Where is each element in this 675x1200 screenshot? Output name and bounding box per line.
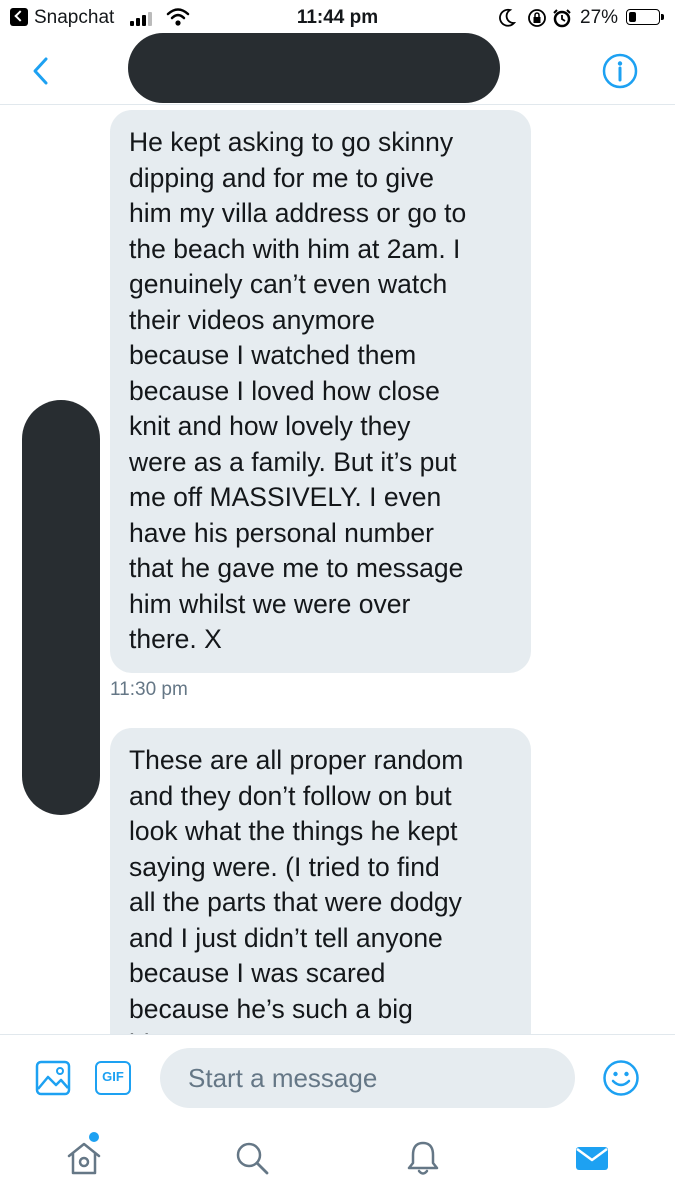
emoji-icon[interactable] [602,1059,640,1097]
notification-dot [89,1132,99,1142]
image-icon[interactable] [35,1060,71,1096]
info-icon[interactable] [602,53,638,89]
message-input[interactable] [160,1048,575,1108]
message-bubble[interactable]: These are all proper random and they don… [110,728,531,1034]
gif-button[interactable]: GIF [95,1061,131,1095]
tab-bar [0,1120,675,1200]
home-icon[interactable] [64,1138,104,1178]
bell-icon[interactable] [403,1138,443,1178]
rotation-lock-icon [528,9,546,27]
mail-icon[interactable] [572,1138,612,1178]
status-time: 11:44 pm [296,7,379,28]
battery-icon [626,9,664,25]
message-bubble[interactable]: He kept asking to go skinny dipping and … [110,110,531,673]
search-icon[interactable] [232,1138,272,1178]
battery-percent: 27% [580,7,619,28]
message-timestamp: 11:30 pm [110,679,188,700]
alarm-icon [553,9,571,28]
conversation-header [0,33,675,105]
moon-icon [499,8,516,27]
message-thread[interactable]: He kept asking to go skinny dipping and … [0,105,675,1034]
redacted-username [128,33,500,103]
message-composer: GIF [0,1034,675,1121]
status-bar: Snapchat 11:44 pm 27% [0,0,675,36]
chevron-left-icon[interactable] [26,56,56,86]
battery-level [629,12,637,22]
redacted-avatar [22,400,100,815]
